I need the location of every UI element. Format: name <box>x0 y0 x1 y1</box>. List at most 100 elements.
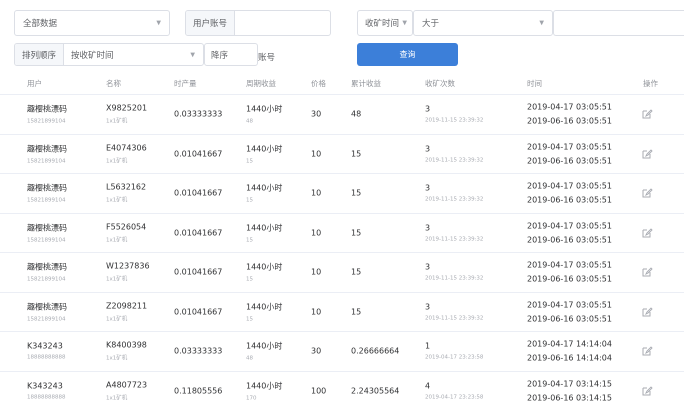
sort-direction-select[interactable]: 降序 <box>204 43 258 66</box>
chevron-down-icon: ▼ <box>156 19 161 27</box>
user-name: 趣樱桃漂码 <box>27 223 67 233</box>
name-cell: W1237836 1x1矿机 <box>106 262 150 283</box>
time-field-select[interactable]: 收矿时间 ▼ <box>357 10 413 36</box>
cycle-hours: 1440小时 <box>246 381 283 391</box>
edit-icon[interactable] <box>641 385 653 397</box>
collect-time: 2019-11-15 23:39:32 <box>425 236 484 243</box>
user-account-label: 用户账号 <box>186 11 236 35</box>
start-time: 2019-04-17 03:05:51 <box>527 102 612 112</box>
edit-icon[interactable] <box>641 266 653 278</box>
table-row: 趣樱桃漂码 15821899104 W1237836 1x1矿机 0.0104166… <box>0 252 684 292</box>
sort-direction-value: 降序 <box>211 50 229 61</box>
user-account-field[interactable]: 用户账号 <box>185 10 331 36</box>
end-time: 2019-06-16 03:05:51 <box>527 235 612 245</box>
user-name: 趣樱桃漂码 <box>27 302 67 312</box>
price: 10 <box>311 188 322 198</box>
query-button[interactable]: 查询 <box>357 43 458 66</box>
end-time: 2019-06-16 03:05:51 <box>527 274 612 284</box>
machine-type: 1x1矿机 <box>106 316 128 323</box>
machine-name: L5632162 <box>106 182 147 192</box>
total-yield: 2.24305564 <box>351 386 400 396</box>
user-cell: 趣樱桃漂码 15821899104 <box>27 104 67 125</box>
user-cell: K343243 18888888888 <box>27 342 66 361</box>
condition-input[interactable] <box>553 10 684 36</box>
time-cell: 2019-04-17 14:14:04 2019-06-16 14:14:04 <box>527 340 612 363</box>
start-time: 2019-04-17 03:05:51 <box>527 181 612 191</box>
platform-select-value: 全部数据 <box>23 19 58 29</box>
count-cell: 1 2019-04-17 23:23:58 <box>425 342 483 361</box>
total-yield: 15 <box>351 307 362 317</box>
machine-name: E4074306 <box>106 143 147 153</box>
collect-count: 4 <box>425 381 431 391</box>
cycle-yield: 48 <box>246 118 253 125</box>
cycle-hours: 1440小时 <box>246 223 283 233</box>
user-phone: 18888888888 <box>27 394 66 401</box>
col-header-hourly: 时产量 <box>174 79 197 88</box>
edit-icon[interactable] <box>641 345 653 357</box>
edit-icon[interactable] <box>641 148 653 160</box>
account-field[interactable]: 账号 <box>258 47 340 67</box>
operator-select[interactable]: 大于 ▼ <box>413 10 553 36</box>
cycle-yield: 170 <box>246 395 257 402</box>
edit-icon[interactable] <box>641 108 653 120</box>
start-time: 2019-04-17 14:14:04 <box>527 339 612 349</box>
col-header-user: 用户 <box>27 79 42 88</box>
user-cell: 趣樱桃漂码 15821899104 <box>27 183 67 204</box>
price: 30 <box>311 346 322 356</box>
platform-select[interactable]: 全部数据 ▼ <box>14 10 170 36</box>
name-cell: E4074306 1x1矿机 <box>106 143 147 164</box>
cycle-yield: 15 <box>246 158 253 165</box>
user-cell: 趣樱桃漂码 15821899104 <box>27 222 67 243</box>
machine-type: 1x1矿机 <box>106 197 128 204</box>
time-cell: 2019-04-17 03:05:51 2019-06-16 03:05:51 <box>527 261 612 284</box>
start-time: 2019-04-17 03:05:51 <box>527 260 612 270</box>
col-header-cycle: 周期收益 <box>246 79 276 88</box>
end-time: 2019-06-16 03:14:15 <box>527 393 612 403</box>
start-time: 2019-04-17 03:05:51 <box>527 221 612 231</box>
col-header-total: 累计收益 <box>351 79 381 88</box>
col-header-actions: 操作 <box>643 79 658 88</box>
collect-time: 2019-04-17 23:23:58 <box>425 354 484 361</box>
chevron-down-icon: ▼ <box>402 19 407 27</box>
edit-icon[interactable] <box>641 306 653 318</box>
time-cell: 2019-04-17 03:14:15 2019-06-16 03:14:15 <box>527 379 612 402</box>
collect-time: 2019-11-15 23:39:32 <box>425 196 484 203</box>
collect-time: 2019-04-17 23:23:58 <box>425 394 484 401</box>
time-cell: 2019-04-17 03:05:51 2019-06-16 03:05:51 <box>527 182 612 205</box>
hourly-output: 0.01041667 <box>174 267 223 277</box>
collect-time: 2019-11-15 23:39:32 <box>425 117 484 124</box>
collect-count: 3 <box>425 262 431 272</box>
time-cell: 2019-04-17 03:05:51 2019-06-16 03:05:51 <box>527 300 612 323</box>
collect-time: 2019-11-15 23:39:32 <box>425 275 484 282</box>
sort-field[interactable]: 排列顺序 按收矿时间 ▼ <box>14 43 204 66</box>
time-cell: 2019-04-17 03:05:51 2019-06-16 03:05:51 <box>527 221 612 244</box>
price: 10 <box>311 307 322 317</box>
name-cell: L5632162 1x1矿机 <box>106 183 146 204</box>
machine-type: 1x1矿机 <box>106 237 128 244</box>
time-field-select-value: 收矿时间 <box>365 19 400 29</box>
collect-count: 3 <box>425 223 431 233</box>
user-phone: 15821899104 <box>27 276 66 283</box>
edit-icon[interactable] <box>641 227 653 239</box>
cycle-yield: 15 <box>246 197 253 204</box>
cycle-cell: 1440小时 15 <box>246 222 282 243</box>
machine-type: 1x1矿机 <box>106 276 128 283</box>
count-cell: 3 2019-11-15 23:39:32 <box>425 263 483 282</box>
edit-icon[interactable] <box>641 187 653 199</box>
user-cell: 趣樱桃漂码 15821899104 <box>27 143 67 164</box>
table-row: K343243 18888888888 A4807723 1x1矿机 0.11805… <box>0 370 684 411</box>
table-row: K343243 18888888888 K8400398 1x1矿机 0.03333… <box>0 331 684 371</box>
cycle-yield: 48 <box>246 355 253 362</box>
price: 10 <box>311 267 322 277</box>
machine-type: 1x1矿机 <box>106 118 128 125</box>
end-time: 2019-06-16 03:05:51 <box>527 116 612 126</box>
user-phone: 15821899104 <box>27 158 66 165</box>
machine-type: 1x1矿机 <box>106 355 128 362</box>
cycle-yield: 15 <box>246 316 253 323</box>
price: 10 <box>311 228 322 238</box>
collect-count: 3 <box>425 183 431 193</box>
collect-count: 3 <box>425 104 431 114</box>
user-name: K343243 <box>27 381 63 391</box>
table-body: 趣樱桃漂码 15821899104 X9825201 1x1矿机 0.0333333… <box>0 94 684 410</box>
hourly-output: 0.01041667 <box>174 307 223 317</box>
